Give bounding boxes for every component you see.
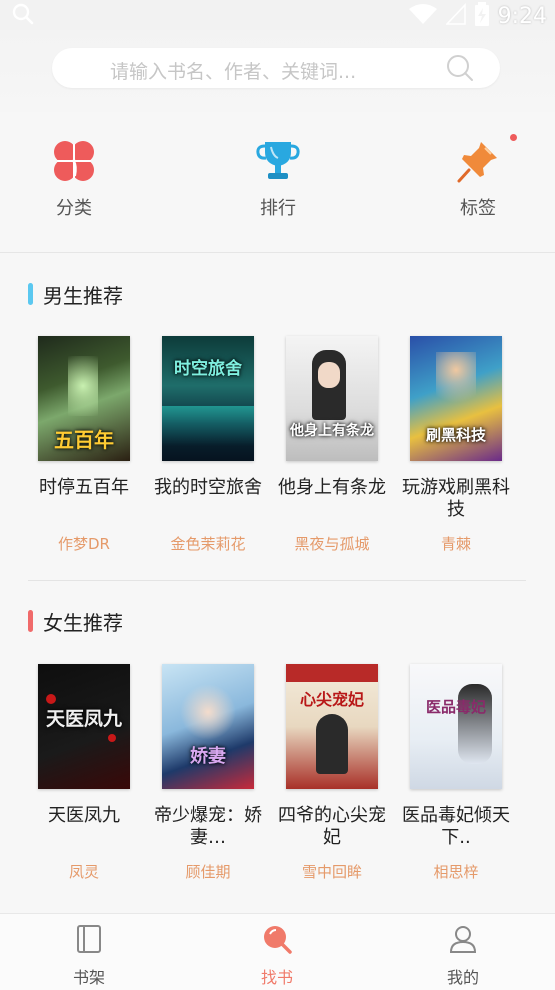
pin-icon <box>455 142 501 188</box>
cover-title: 时空旅舍 <box>174 359 242 379</box>
female-section-title: 女生推荐 <box>43 610 123 635</box>
book-cover[interactable]: 天医凤九 <box>38 664 130 789</box>
tab-find-book[interactable]: 找书 <box>222 924 332 988</box>
search-icon <box>12 3 34 29</box>
tab-mine[interactable]: 我的 <box>408 924 518 988</box>
notification-dot <box>510 134 517 141</box>
book-author[interactable]: 雪中回眸 <box>277 861 387 882</box>
clock: 9:24 <box>497 3 547 29</box>
cover-title: 他身上有条龙 <box>290 423 374 439</box>
book-title[interactable]: 四爷的心尖宠妃 <box>277 805 387 849</box>
male-section-header: 男生推荐 <box>28 282 123 308</box>
male-section-title: 男生推荐 <box>43 283 123 308</box>
book-card[interactable]: 医品毒妃 医品毒妃倾天下.. 相思梓 <box>401 664 511 882</box>
book-author[interactable]: 金色茉莉花 <box>153 533 263 554</box>
book-author[interactable]: 作梦DR <box>29 533 139 554</box>
search-icon[interactable] <box>446 54 474 86</box>
book-author[interactable]: 青棘 <box>401 533 511 554</box>
book-author[interactable]: 顾佳期 <box>153 861 263 882</box>
trophy-icon <box>255 142 301 188</box>
tags-button[interactable]: 标签 <box>418 138 538 220</box>
quick-nav: 分类 排行 标签 <box>0 112 555 253</box>
book-author[interactable]: 黑夜与孤城 <box>277 533 387 554</box>
ranking-label: 排行 <box>260 198 296 219</box>
book-cover[interactable]: 娇妻 <box>162 664 254 789</box>
tab-label: 我的 <box>446 968 479 987</box>
book-author[interactable]: 凤灵 <box>29 861 139 882</box>
book-cover[interactable]: 时空旅舍 <box>162 336 254 461</box>
book-cover[interactable]: 他身上有条龙 <box>286 336 378 461</box>
status-bar: 9:24 <box>0 0 555 30</box>
find-book-icon <box>262 926 292 958</box>
book-card[interactable]: 心尖宠妃 四爷的心尖宠妃 雪中回眸 <box>277 664 387 882</box>
cover-title: 心尖宠妃 <box>299 690 364 709</box>
cover-title: 刷黑科技 <box>425 426 486 444</box>
book-cover[interactable]: 五百年 <box>38 336 130 461</box>
tab-label: 找书 <box>260 968 293 987</box>
bottom-tab-bar: 书架 找书 我的 <box>0 913 555 990</box>
search-placeholder: 请输入书名、作者、关键词... <box>110 61 357 83</box>
book-card[interactable]: 时空旅舍 我的时空旅舍 金色茉莉花 <box>153 336 263 554</box>
book-title[interactable]: 医品毒妃倾天下.. <box>401 805 511 849</box>
book-card[interactable]: 娇妻 帝少爆宠：娇妻… 顾佳期 <box>153 664 263 882</box>
book-card[interactable]: 五百年 时停五百年 作梦DR <box>29 336 139 554</box>
book-title[interactable]: 玩游戏刷黑科技 <box>401 477 511 521</box>
book-cover[interactable]: 心尖宠妃 <box>286 664 378 789</box>
section-accent-bar <box>28 283 33 305</box>
profile-icon <box>448 926 478 958</box>
cover-title: 五百年 <box>54 428 114 452</box>
tab-label: 书架 <box>72 968 105 987</box>
section-accent-bar <box>28 610 33 632</box>
category-button[interactable]: 分类 <box>14 138 134 220</box>
bookshelf-icon <box>75 925 103 958</box>
book-card[interactable]: 天医凤九 天医凤九 凤灵 <box>29 664 139 882</box>
book-title[interactable]: 天医凤九 <box>29 805 139 849</box>
book-cover[interactable]: 刷黑科技 <box>410 336 502 461</box>
book-title[interactable]: 帝少爆宠：娇妻… <box>153 805 263 849</box>
book-cover[interactable]: 医品毒妃 <box>410 664 502 789</box>
signal-icon <box>444 2 466 29</box>
wifi-icon <box>408 3 438 29</box>
book-title[interactable]: 他身上有条龙 <box>277 477 387 521</box>
search-input[interactable]: 请输入书名、作者、关键词... <box>52 48 500 88</box>
book-author[interactable]: 相思梓 <box>401 861 511 882</box>
book-title[interactable]: 时停五百年 <box>29 477 139 521</box>
ranking-button[interactable]: 排行 <box>218 138 338 220</box>
battery-charging-icon <box>474 2 490 30</box>
cover-title: 医品毒妃 <box>425 698 486 716</box>
female-section-header: 女生推荐 <box>28 609 123 635</box>
category-label: 分类 <box>56 198 92 219</box>
cover-title: 天医凤九 <box>45 708 122 730</box>
tab-bookshelf[interactable]: 书架 <box>34 924 144 988</box>
section-divider <box>28 580 526 581</box>
tags-label: 标签 <box>460 198 496 219</box>
search-area: 请输入书名、作者、关键词... <box>0 30 555 112</box>
book-card[interactable]: 他身上有条龙 他身上有条龙 黑夜与孤城 <box>277 336 387 554</box>
clover-icon <box>51 141 97 188</box>
book-card[interactable]: 刷黑科技 玩游戏刷黑科技 青棘 <box>401 336 511 554</box>
book-title[interactable]: 我的时空旅舍 <box>153 477 263 521</box>
cover-title: 娇妻 <box>190 746 226 767</box>
